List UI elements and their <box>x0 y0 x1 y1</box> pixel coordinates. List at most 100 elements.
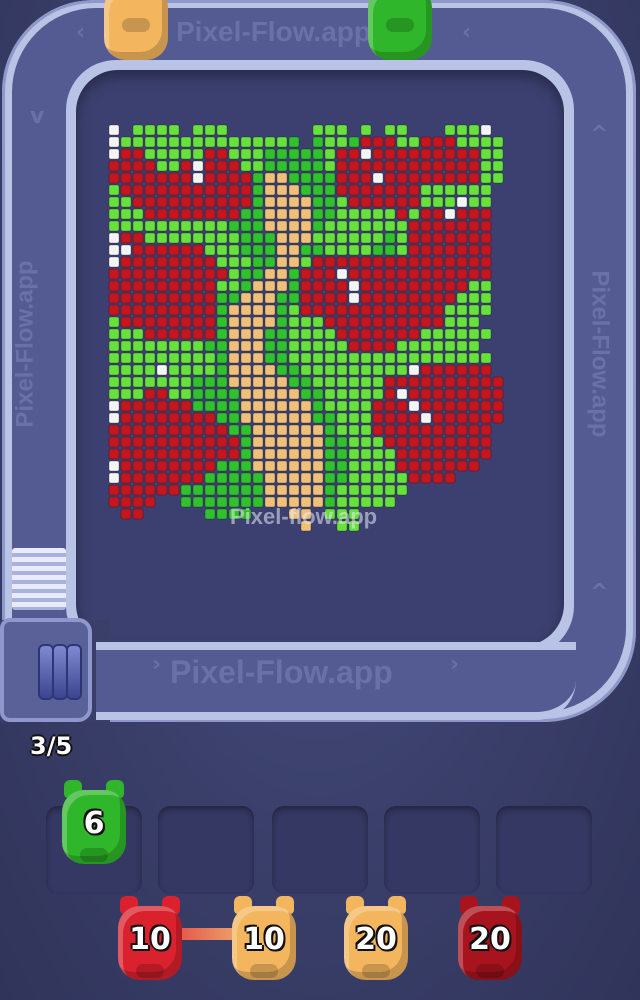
holding-slot[interactable] <box>496 806 592 894</box>
pixel-block-light-green <box>240 256 252 268</box>
queue-pig[interactable]: 20 <box>338 894 414 984</box>
pixel-block-red <box>480 388 492 400</box>
pixel-block-red <box>372 268 384 280</box>
pixel-block-tan <box>264 268 276 280</box>
queue-pig[interactable]: 10 <box>112 894 188 984</box>
pixel-block-light-green <box>480 352 492 364</box>
pixel-block-red <box>408 160 420 172</box>
pixel-block-red <box>384 256 396 268</box>
pixel-block-tan <box>300 448 312 460</box>
pixel-block-red <box>132 460 144 472</box>
pixel-block-tan <box>264 448 276 460</box>
pixel-block-red <box>324 268 336 280</box>
pixel-block-light-green <box>372 460 384 472</box>
pixel-block-light-green <box>420 196 432 208</box>
pixel-block-red <box>456 460 468 472</box>
pixel-block-red <box>492 388 504 400</box>
pixel-block-red <box>204 160 216 172</box>
holding-slot[interactable] <box>384 806 480 894</box>
pixel-block-red <box>480 400 492 412</box>
pixel-block-green <box>300 160 312 172</box>
pixel-block-green <box>288 292 300 304</box>
pixel-block-green <box>312 196 324 208</box>
slot-pig-count: 6 <box>83 806 105 841</box>
pixel-block-light-green <box>300 352 312 364</box>
pixel-block-red <box>120 424 132 436</box>
pixel-block-red <box>384 388 396 400</box>
queue-pig[interactable]: 10 <box>226 894 302 984</box>
pixel-block-tan <box>228 316 240 328</box>
belt-pig[interactable]: 9 <box>362 0 438 64</box>
pixel-block-light-green <box>288 304 300 316</box>
pixel-block-red <box>408 280 420 292</box>
holding-slot[interactable] <box>272 806 368 894</box>
pixel-block-light-green <box>168 136 180 148</box>
pixel-block-light-green <box>384 220 396 232</box>
pixel-block-red <box>156 448 168 460</box>
pixel-block-red <box>156 244 168 256</box>
pixel-block-light-green <box>300 364 312 376</box>
pixel-block-light-green <box>156 232 168 244</box>
pixel-block-light-green <box>336 220 348 232</box>
pixel-block-light-green <box>192 232 204 244</box>
pixel-block-red <box>156 304 168 316</box>
pixel-block-light-green <box>216 124 228 136</box>
pixel-block-light-green <box>360 124 372 136</box>
pixel-block-red <box>408 244 420 256</box>
pixel-block-white <box>348 280 360 292</box>
pixel-block-red <box>480 232 492 244</box>
pixel-block-red <box>120 412 132 424</box>
pixel-block-red <box>108 160 120 172</box>
pixel-block-green <box>204 484 216 496</box>
pixel-block-red <box>180 280 192 292</box>
pixel-block-red <box>108 424 120 436</box>
pixel-block-green <box>312 184 324 196</box>
pixel-block-green <box>216 496 228 508</box>
pixel-block-red <box>360 304 372 316</box>
pixel-block-tan <box>276 424 288 436</box>
pixel-block-red <box>456 424 468 436</box>
pixel-block-red <box>456 448 468 460</box>
pixel-block-red <box>384 196 396 208</box>
pixel-block-red <box>180 448 192 460</box>
pixel-block-light-green <box>480 148 492 160</box>
pixel-block-light-green <box>324 328 336 340</box>
pixel-block-light-green <box>348 220 360 232</box>
pixel-block-red <box>168 412 180 424</box>
pixel-block-light-green <box>144 148 156 160</box>
pixel-block-light-green <box>180 364 192 376</box>
pixel-block-tan <box>276 436 288 448</box>
pixel-block-red <box>432 148 444 160</box>
pixel-block-red <box>456 400 468 412</box>
pixel-block-green <box>216 328 228 340</box>
pixel-block-red <box>420 376 432 388</box>
pixel-block-light-green <box>180 232 192 244</box>
pixel-block-red <box>120 400 132 412</box>
pixel-block-light-green <box>336 400 348 412</box>
pixel-block-light-green <box>336 388 348 400</box>
pixel-block-red <box>144 160 156 172</box>
slot-pig[interactable]: 6 <box>56 778 132 868</box>
pixel-block-red <box>180 244 192 256</box>
pixel-block-light-green <box>108 340 120 352</box>
pixel-block-green <box>216 484 228 496</box>
pixel-block-light-green <box>360 400 372 412</box>
pixel-block-red <box>492 412 504 424</box>
pixel-block-red <box>168 184 180 196</box>
pixel-block-tan <box>288 472 300 484</box>
pixel-block-red <box>456 436 468 448</box>
pixel-block-light-green <box>132 340 144 352</box>
pixel-block-red <box>348 304 360 316</box>
pixel-block-red <box>420 448 432 460</box>
pixel-block-tan <box>300 436 312 448</box>
pixel-block-light-green <box>324 160 336 172</box>
pixel-block-red <box>144 484 156 496</box>
pixel-block-green <box>240 424 252 436</box>
pixel-block-green <box>324 184 336 196</box>
belt-pig[interactable]: 29 <box>98 0 174 64</box>
pixel-block-white <box>396 388 408 400</box>
holding-slot[interactable] <box>158 806 254 894</box>
pixel-block-light-green <box>492 148 504 160</box>
queue-pig[interactable]: 20 <box>452 894 528 984</box>
pixel-block-red <box>132 472 144 484</box>
